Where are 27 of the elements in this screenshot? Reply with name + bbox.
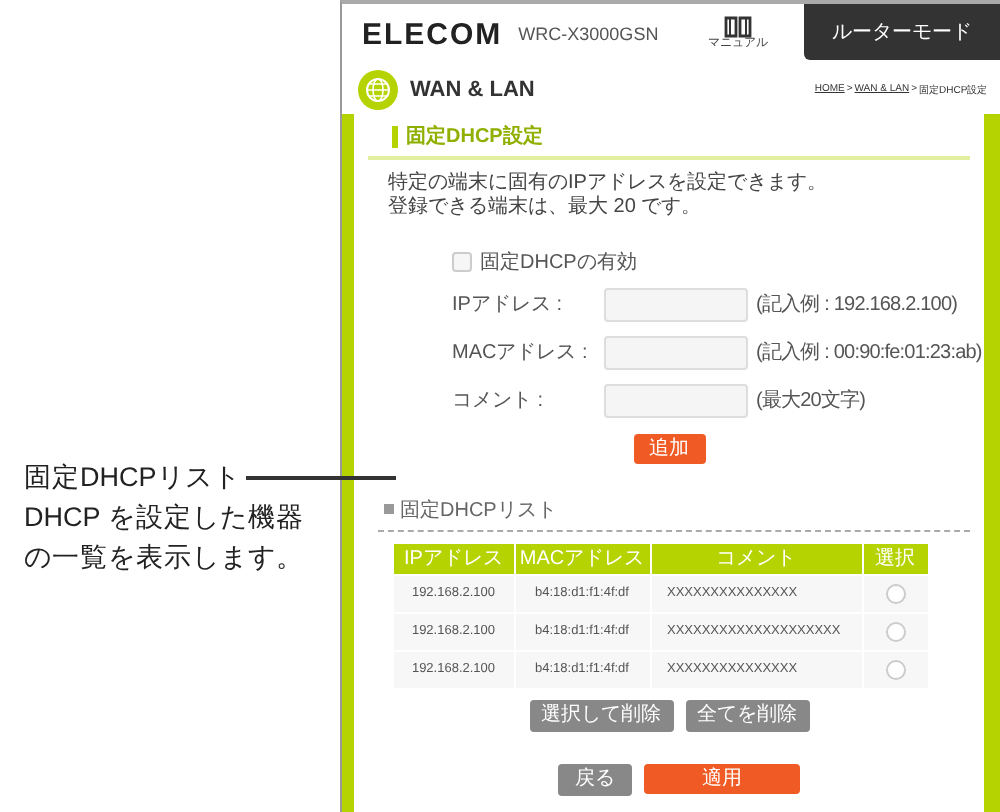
column-header: MACアドレス <box>514 543 650 574</box>
field-hint: (最大20文字) <box>756 387 866 414</box>
column-header: 選択 <box>862 543 928 574</box>
callout-text: DHCP を設定した機器 <box>24 500 304 534</box>
mode-button[interactable]: ルーターモード <box>804 4 1000 60</box>
column-header: IPアドレス <box>394 543 514 574</box>
back-button[interactable]: 戻る <box>558 764 632 796</box>
description-text: 登録できる端末は、最大 20 です。 <box>388 195 704 219</box>
apply-button[interactable]: 適用 <box>644 764 800 794</box>
field-hint: (記入例 : 00:90:fe:01:23:ab) <box>756 339 982 366</box>
section-title: 固定DHCP設定 <box>392 126 543 148</box>
callout-text: の一覧を表示します。 <box>24 540 304 574</box>
callout-title: 固定DHCPリスト <box>24 460 243 494</box>
list-title: 固定DHCPリスト <box>400 497 557 523</box>
brand-logo: ELECOM <box>362 17 503 51</box>
field-label: IPアドレス : <box>452 292 565 318</box>
description-text: 特定の端末に固有のIPアドレスを設定できます。 <box>388 171 829 195</box>
delete-button[interactable]: 全てを削除 <box>685 699 809 731</box>
field-label: コメント : <box>452 388 546 414</box>
field-hint: (記入例 : 192.168.2.100) <box>756 291 958 318</box>
add-button[interactable]: 追加 <box>633 433 705 463</box>
checkbox-label: 固定DHCPの有効 <box>480 249 637 275</box>
page-title: WAN & LAN <box>410 77 535 101</box>
field-label: MACアドレス : <box>452 340 590 366</box>
model-name: WRC-X3000GSN <box>518 24 659 44</box>
delete-button[interactable]: 選択して削除 <box>529 699 673 731</box>
column-header: コメント <box>650 543 862 574</box>
